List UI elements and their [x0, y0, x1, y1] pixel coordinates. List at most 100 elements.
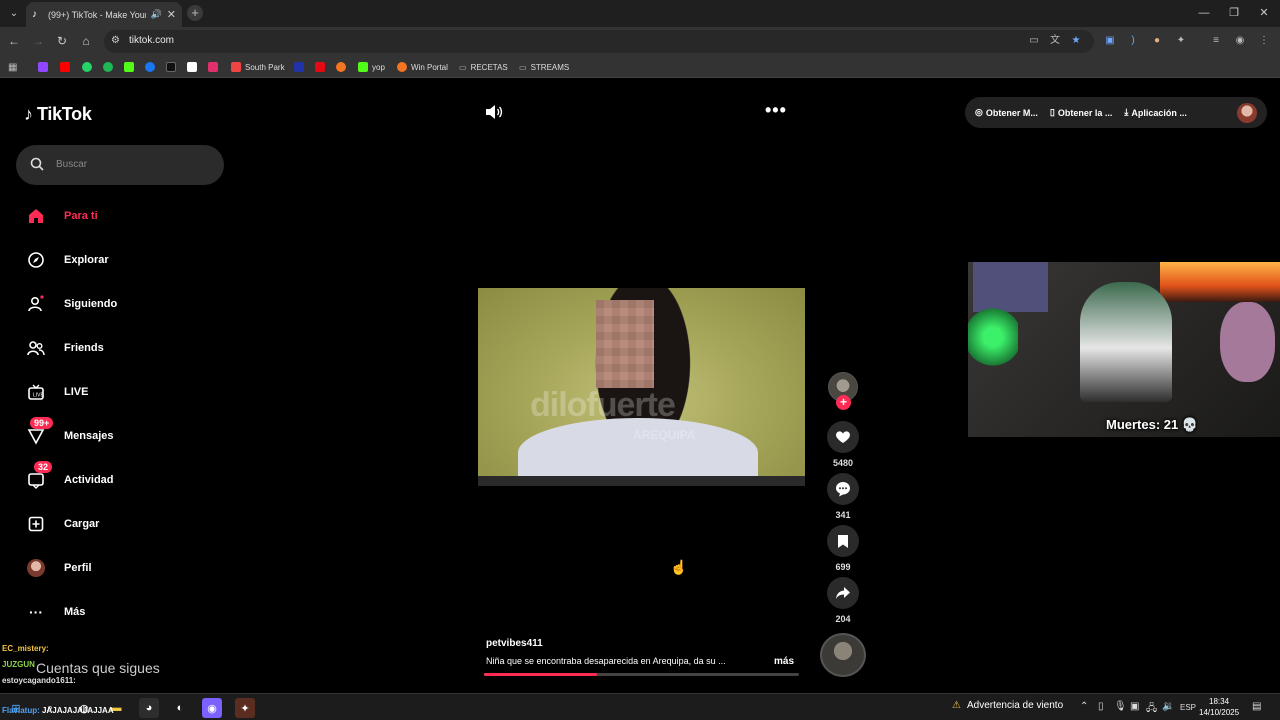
apps-grid-icon[interactable]: ▦ — [8, 60, 17, 74]
video-player[interactable]: dilofuerte AREQUIPA — [478, 288, 805, 476]
save-button[interactable] — [827, 525, 859, 557]
get-app-button[interactable]: ▯ Obtener la ... — [1050, 107, 1112, 118]
search-input[interactable]: Buscar — [16, 145, 224, 185]
bookmark-folder-streams[interactable]: ▭ STREAMS — [519, 60, 569, 74]
address-bar[interactable]: ⚙ tiktok.com — [104, 30, 1094, 53]
media-control-icon[interactable]: ≡ — [1210, 35, 1222, 47]
address-toolbar: ← → ↻ ⌂ ⚙ tiktok.com ▭ 文 ★ ▣ ) ● ✦ ≡ ◉ ⋮ — [0, 27, 1280, 56]
tray-display-icon[interactable]: ▣ — [1130, 701, 1139, 712]
tab-close-icon[interactable]: ✕ — [167, 8, 176, 21]
messages-badge: 99+ — [30, 417, 54, 429]
get-coins-button[interactable]: ◎ Obtener M... — [975, 107, 1038, 118]
music-disc-icon[interactable] — [820, 633, 866, 677]
chat-user: JUZGUN — [2, 660, 35, 669]
bookmark-amazon-icon[interactable] — [187, 60, 197, 74]
forward-button[interactable]: → — [30, 33, 46, 49]
extension-audio-icon[interactable]: ) — [1127, 35, 1139, 47]
tab-title: (99+) TikTok - Make Your D... — [48, 9, 146, 20]
chat-message: estoycagando1611: — [2, 676, 76, 685]
share-count: 204 — [835, 614, 851, 624]
network-icon[interactable]: 🖧 — [1146, 701, 1157, 718]
bookmark-south-park[interactable]: South Park — [231, 60, 285, 74]
profile-avatar-icon[interactable]: ◉ — [1234, 35, 1246, 47]
windows-taskbar: ⊞ ⌕ ◍ ▬ ◕ ◐ ◉ ✦ ⚠ Advertencia de viento … — [0, 693, 1280, 720]
chrome-icon[interactable]: ◕ — [139, 698, 159, 718]
bookmark-instagram-icon[interactable] — [208, 60, 218, 74]
live-tv-icon: LIVE — [28, 384, 45, 400]
bookmarks-bar: ▦ South Park yop Win Portal ▭ RECETAS ▭ ST… — [0, 56, 1280, 78]
video-bottom-strip — [478, 476, 805, 486]
nav-cargar[interactable]: Cargar — [16, 508, 224, 540]
twitch-studio-icon[interactable]: ◉ — [202, 698, 222, 718]
nav-para-ti[interactable]: Para ti — [16, 200, 224, 232]
extensions-puzzle-icon[interactable]: ✦ — [1175, 35, 1187, 47]
video-options-icon[interactable]: ••• — [765, 100, 787, 121]
tab-search-icon[interactable]: ⌄ — [6, 6, 22, 22]
browser-tabbar: ⌄ ♪ (99+) TikTok - Make Your D... 🔊 ✕ + … — [0, 0, 1280, 27]
weather-widget[interactable]: ⚠ Advertencia de viento — [952, 700, 1063, 711]
reload-button[interactable]: ↻ — [54, 33, 70, 49]
bookmark-tiktok-icon[interactable] — [166, 60, 176, 74]
bookmark-kick-icon[interactable] — [124, 60, 134, 74]
follow-plus-icon[interactable]: + — [836, 395, 851, 410]
bookmark-star-icon[interactable]: ★ — [1070, 35, 1082, 47]
nav-actividad[interactable]: 32 Actividad — [16, 461, 224, 496]
tray-app-icon[interactable]: ▯ — [1098, 701, 1104, 712]
translate-icon[interactable]: 文 — [1049, 35, 1061, 47]
desktop-app-button[interactable]: ⤓ Aplicación ... — [1124, 107, 1187, 118]
extension-potato-icon[interactable]: ● — [1151, 35, 1163, 47]
share-button[interactable] — [827, 577, 859, 609]
bookmark-win-portal[interactable]: Win Portal — [397, 60, 448, 74]
close-window-button[interactable]: ✕ — [1248, 0, 1280, 27]
nav-mas[interactable]: ··· Más — [16, 596, 224, 628]
back-button[interactable]: ← — [6, 33, 22, 49]
nav-siguiendo[interactable]: Siguiendo — [16, 288, 224, 320]
like-button[interactable] — [827, 421, 859, 453]
button-label: Aplicación ... — [1131, 107, 1187, 118]
nav-perfil[interactable]: Perfil — [16, 552, 224, 584]
like-count: 5480 — [832, 458, 854, 468]
notifications-icon[interactable]: ▤ — [1252, 701, 1261, 712]
bookmark-crunchyroll-icon[interactable] — [336, 60, 346, 74]
home-button[interactable]: ⌂ — [78, 33, 94, 49]
bookmark-yop[interactable]: yop — [358, 60, 385, 74]
bookmark-whatsapp-icon[interactable] — [82, 60, 92, 74]
browser-menu-icon[interactable]: ⋮ — [1258, 35, 1270, 47]
bookmark-spotify-icon[interactable] — [103, 60, 113, 74]
volume-icon[interactable] — [485, 104, 503, 120]
restore-button[interactable]: ❐ — [1218, 0, 1250, 27]
install-app-icon[interactable]: ▭ — [1028, 35, 1040, 47]
comment-button[interactable] — [827, 473, 859, 505]
bookmark-facebook-icon[interactable] — [145, 60, 155, 74]
bookmark-youtube-icon[interactable] — [60, 60, 70, 74]
system-clock[interactable]: 18:34 14/10/2025 — [1199, 696, 1239, 718]
nav-explorar[interactable]: Explorar — [16, 244, 224, 276]
tiktok-logo[interactable]: ♪ TikTok — [24, 104, 92, 125]
url-text: tiktok.com — [129, 35, 175, 46]
bookmark-m-icon[interactable] — [294, 60, 304, 74]
nav-live[interactable]: LIVE LIVE — [16, 376, 224, 408]
bookmark-twitch-icon[interactable] — [38, 60, 48, 74]
extension-translate-icon[interactable]: ▣ — [1104, 35, 1116, 47]
site-info-icon[interactable]: ⚙ — [111, 35, 120, 46]
video-description: Niña que se encontraba desaparecida en A… — [486, 656, 726, 666]
new-tab-button[interactable]: + — [187, 5, 203, 21]
microphone-icon[interactable]: 🎙 — [1114, 701, 1127, 712]
user-avatar[interactable] — [1237, 102, 1257, 123]
game-app-icon[interactable]: ✦ — [235, 698, 255, 718]
obs-icon[interactable]: ◐ — [170, 698, 190, 718]
bookmark-netflix-icon[interactable] — [315, 60, 325, 74]
bookmark-folder-recetas[interactable]: ▭ RECETAS — [459, 60, 508, 74]
language-indicator[interactable]: ESP — [1180, 703, 1196, 712]
video-author[interactable]: petvibes411 — [486, 638, 543, 649]
tray-chevron-icon[interactable]: ⌃ — [1080, 701, 1088, 712]
speaker-icon[interactable]: 🔉 — [1162, 701, 1174, 712]
tiktok-favicon-icon: ♪ — [32, 9, 37, 20]
audio-playing-icon[interactable]: 🔊 — [151, 9, 162, 20]
nav-mensajes[interactable]: 99+ Mensajes — [16, 417, 224, 452]
see-more-link[interactable]: más — [774, 656, 794, 667]
browser-tab[interactable]: ♪ (99+) TikTok - Make Your D... 🔊 ✕ — [26, 2, 182, 27]
weather-text: Advertencia de viento — [966, 700, 1064, 711]
minimize-button[interactable]: — — [1188, 0, 1220, 27]
nav-friends[interactable]: Friends — [16, 332, 224, 364]
